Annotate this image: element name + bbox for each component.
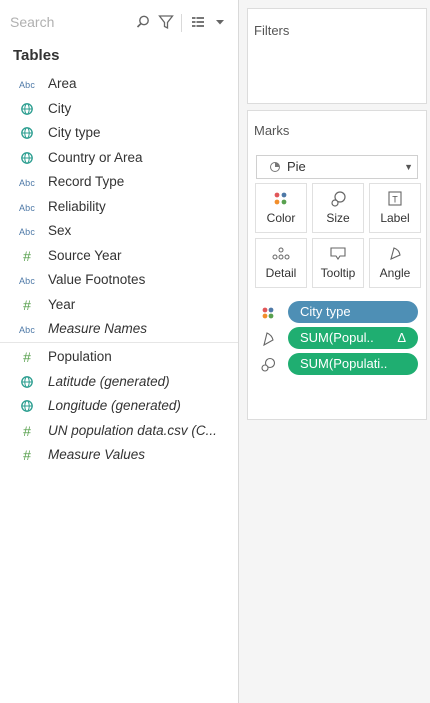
number-type-icon: # bbox=[23, 422, 31, 439]
search-icon[interactable] bbox=[134, 13, 152, 31]
field-label: Source Year bbox=[48, 247, 122, 263]
chevron-down-icon[interactable] bbox=[211, 13, 229, 31]
string-type-icon: Abc bbox=[18, 202, 36, 213]
shelves-pane: Filters Marks Pie ▼ Color Size T Label D… bbox=[239, 0, 430, 703]
toolbar-divider bbox=[181, 14, 182, 32]
table-calc-delta-icon: Δ bbox=[397, 330, 406, 345]
field-item[interactable]: # Year bbox=[0, 293, 238, 317]
field-label: City bbox=[48, 100, 72, 116]
globe-icon bbox=[17, 97, 37, 121]
mark-type-dropdown[interactable]: Pie ▼ bbox=[256, 155, 418, 179]
search-toolbar bbox=[0, 8, 238, 38]
string-type-icon: Abc bbox=[18, 227, 36, 237]
angle-button[interactable]: Angle bbox=[369, 238, 421, 288]
field-item[interactable]: # Source Year bbox=[0, 244, 238, 268]
detail-icon bbox=[256, 245, 306, 263]
marks-pill-row[interactable]: SUM(Popul.. Δ bbox=[254, 327, 424, 351]
field-item[interactable]: Latitude (generated) bbox=[0, 370, 238, 394]
detail-label: Detail bbox=[265, 266, 297, 280]
mark-type-label: Pie bbox=[287, 159, 306, 174]
angle-label: Angle bbox=[379, 266, 411, 280]
marks-title: Marks bbox=[254, 123, 290, 138]
color-icon bbox=[260, 305, 276, 321]
field-item[interactable]: City bbox=[0, 97, 238, 121]
pie-mark-icon bbox=[269, 156, 281, 185]
detail-button[interactable]: Detail bbox=[255, 238, 307, 288]
label-label: Label bbox=[380, 211, 410, 225]
field-item[interactable]: # Measure Values bbox=[0, 443, 238, 467]
tooltip-label: Tooltip bbox=[320, 266, 356, 280]
globe-icon bbox=[17, 146, 37, 170]
string-type-icon: Abc bbox=[18, 178, 36, 188]
chevron-down-icon: ▼ bbox=[404, 162, 413, 172]
pill-label: SUM(Populati.. bbox=[300, 356, 388, 371]
field-label: UN population data.csv (C... bbox=[48, 422, 217, 438]
field-item[interactable]: Abc Measure Names bbox=[0, 317, 238, 341]
globe-icon bbox=[17, 121, 37, 145]
size-button[interactable]: Size bbox=[312, 183, 364, 233]
search-input[interactable] bbox=[6, 11, 130, 33]
number-type-icon: # bbox=[23, 247, 31, 264]
field-item[interactable]: Abc Record Type bbox=[0, 170, 238, 194]
number-type-icon: # bbox=[23, 447, 31, 463]
sum-population-angle-pill[interactable]: SUM(Popul.. Δ bbox=[288, 327, 418, 349]
pill-label: SUM(Popul.. bbox=[300, 330, 374, 345]
field-item[interactable]: Longitude (generated) bbox=[0, 394, 238, 418]
tooltip-button[interactable]: Tooltip bbox=[312, 238, 364, 288]
marks-pill-row[interactable]: SUM(Populati.. bbox=[254, 353, 424, 377]
string-type-icon: Abc bbox=[18, 325, 36, 335]
number-type-icon: # bbox=[23, 349, 31, 365]
label-button[interactable]: T Label bbox=[369, 183, 421, 233]
string-type-icon: Abc bbox=[18, 80, 36, 90]
number-type-icon: # bbox=[23, 296, 31, 313]
color-button[interactable]: Color bbox=[255, 183, 307, 233]
field-item[interactable]: # UN population data.csv (C... bbox=[0, 419, 238, 443]
color-icon bbox=[256, 190, 306, 208]
angle-icon bbox=[370, 245, 420, 263]
field-item[interactable]: Abc Value Footnotes bbox=[0, 268, 238, 292]
field-item[interactable]: City type bbox=[0, 121, 238, 145]
field-item[interactable]: # Population bbox=[0, 345, 238, 369]
field-label: Sex bbox=[48, 223, 72, 238]
tables-heading: Tables bbox=[13, 47, 60, 64]
pill-label: City type bbox=[300, 304, 351, 319]
label-icon: T bbox=[370, 190, 420, 208]
field-label: Record Type bbox=[48, 174, 125, 189]
size-label: Size bbox=[326, 211, 350, 225]
string-type-icon: Abc bbox=[18, 276, 36, 286]
city-type-pill[interactable]: City type bbox=[288, 301, 418, 323]
field-item[interactable]: Abc Sex bbox=[0, 219, 238, 243]
field-label: Year bbox=[48, 296, 76, 312]
color-label: Color bbox=[266, 211, 296, 225]
filters-title: Filters bbox=[254, 23, 290, 38]
field-label: Country or Area bbox=[48, 149, 143, 165]
filters-shelf[interactable]: Filters bbox=[247, 8, 427, 104]
svg-text:T: T bbox=[392, 195, 398, 205]
field-label: Measure Values bbox=[48, 447, 146, 462]
field-item[interactable]: Abc Area bbox=[0, 72, 238, 96]
field-label: Value Footnotes bbox=[48, 272, 146, 287]
marks-card: Marks Pie ▼ Color Size T Label Detail To… bbox=[247, 110, 427, 420]
tooltip-icon bbox=[313, 245, 363, 263]
size-icon bbox=[313, 190, 363, 208]
field-label: Area bbox=[48, 76, 77, 91]
field-label: Measure Names bbox=[48, 321, 148, 336]
field-item[interactable]: Abc Reliability bbox=[0, 195, 238, 219]
globe-icon bbox=[17, 394, 37, 418]
view-toggle-icon[interactable] bbox=[189, 13, 207, 31]
angle-icon bbox=[260, 331, 276, 347]
data-pane: Tables Abc Area City City type Country or Ar… bbox=[0, 0, 239, 703]
marks-pill-row[interactable]: City type bbox=[254, 301, 424, 325]
field-label: Longitude (generated) bbox=[48, 398, 181, 413]
filter-icon[interactable] bbox=[157, 13, 175, 31]
globe-icon bbox=[17, 370, 37, 394]
dimension-measure-divider bbox=[0, 342, 238, 343]
field-item[interactable]: Country or Area bbox=[0, 146, 238, 170]
field-label: Latitude (generated) bbox=[48, 373, 170, 389]
size-icon bbox=[260, 357, 276, 373]
field-label: Reliability bbox=[48, 198, 106, 214]
field-label: City type bbox=[48, 125, 101, 140]
sum-population-size-pill[interactable]: SUM(Populati.. bbox=[288, 353, 418, 375]
field-label: Population bbox=[48, 349, 112, 364]
